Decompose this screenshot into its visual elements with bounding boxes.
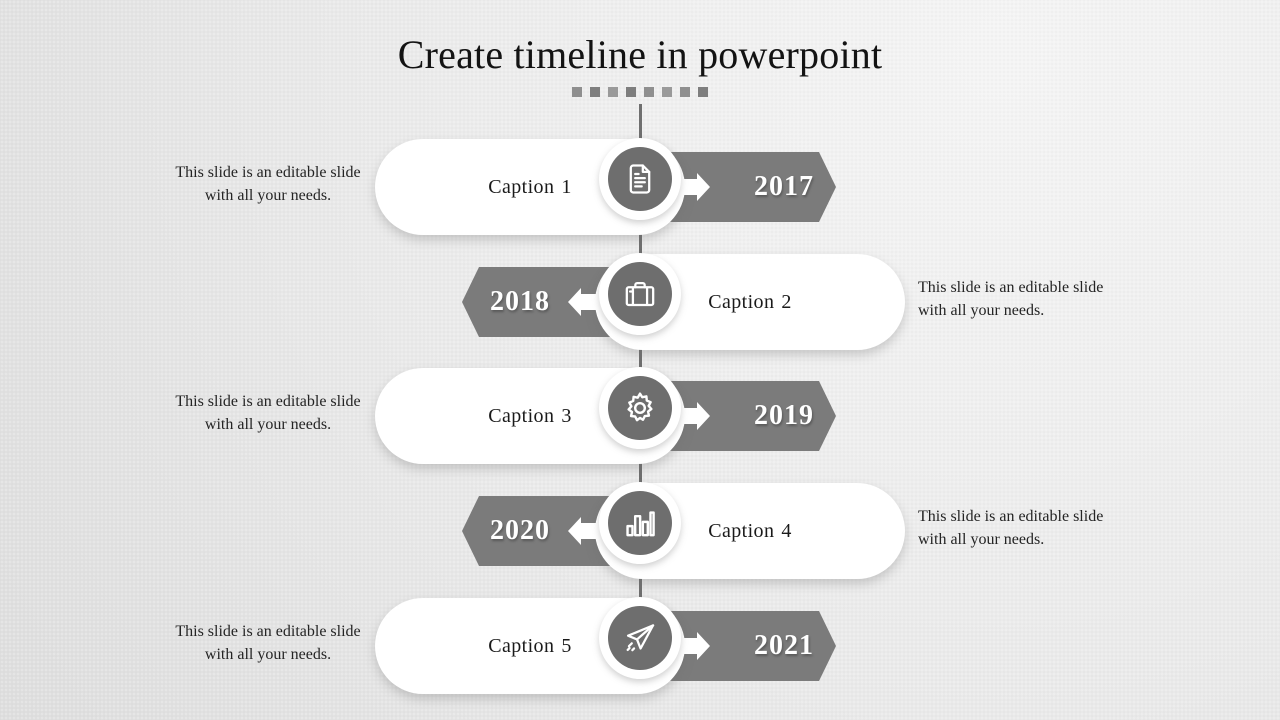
arrow-right-icon [676, 172, 716, 202]
caption-label: Caption [488, 175, 555, 198]
caption-text: Caption 5 [488, 635, 572, 658]
caption-number: 3 [561, 404, 572, 427]
row-description: This slide is an editable slide with all… [175, 393, 361, 434]
year-label: 2018 [490, 286, 550, 317]
timeline-row: 2020 Caption 4 This slide is an editable sl… [0, 482, 1280, 579]
caption-text: Caption 4 [708, 520, 792, 543]
title-dot-divider [0, 87, 1280, 97]
year-label: 2019 [754, 400, 814, 431]
timeline-row: 2019 Caption 3 This slide is an editable sl… [0, 367, 1280, 464]
timeline-node[interactable] [599, 482, 681, 564]
timeline-node[interactable] [599, 597, 681, 679]
caption-label: Caption [708, 519, 775, 542]
caption-label: Caption [708, 290, 775, 313]
title-dot [698, 87, 708, 97]
title-dot [608, 87, 618, 97]
caption-text: Caption 2 [708, 291, 792, 314]
timeline-slide: Create timeline in powerpoint 2017 Captio… [0, 0, 1280, 720]
caption-number: 4 [781, 519, 792, 542]
timeline-node[interactable] [599, 253, 681, 335]
arrow-left-icon [562, 516, 602, 546]
title-dot [572, 87, 582, 97]
year-label: 2017 [754, 171, 814, 202]
arrow-right-icon [676, 401, 716, 431]
row-description: This slide is an editable slide with all… [175, 164, 361, 205]
arrow-right-icon [676, 631, 716, 661]
caption-label: Caption [488, 634, 555, 657]
caption-text: Caption 3 [488, 405, 572, 428]
page-title: Create timeline in powerpoint [397, 32, 883, 77]
timeline-row: 2017 Caption 1 This slide is an editable sl… [0, 138, 1280, 235]
title-dot [662, 87, 672, 97]
paper-plane-icon [608, 606, 672, 670]
timeline-node[interactable] [599, 138, 681, 220]
title-block: Create timeline in powerpoint [0, 32, 1280, 97]
bar-chart-icon [608, 491, 672, 555]
timeline-row: 2021 Caption 5 This slide is an editable sl… [0, 597, 1280, 694]
row-description: This slide is an editable slide with all… [175, 623, 361, 664]
arrow-left-icon [562, 287, 602, 317]
timeline-node[interactable] [599, 367, 681, 449]
briefcase-icon [608, 262, 672, 326]
title-dot [680, 87, 690, 97]
year-label: 2021 [754, 630, 814, 661]
caption-number: 5 [561, 634, 572, 657]
title-dot [626, 87, 636, 97]
caption-text: Caption 1 [488, 176, 572, 199]
caption-number: 2 [781, 290, 792, 313]
title-dot [590, 87, 600, 97]
timeline-row: 2018 Caption 2 This slide is an editable sl… [0, 253, 1280, 350]
row-description: This slide is an editable slide with all… [918, 508, 1104, 549]
gear-icon [608, 376, 672, 440]
caption-number: 1 [561, 175, 572, 198]
year-label: 2020 [490, 515, 550, 546]
row-description: This slide is an editable slide with all… [918, 279, 1104, 320]
document-icon [608, 147, 672, 211]
caption-label: Caption [488, 404, 555, 427]
title-dot [644, 87, 654, 97]
